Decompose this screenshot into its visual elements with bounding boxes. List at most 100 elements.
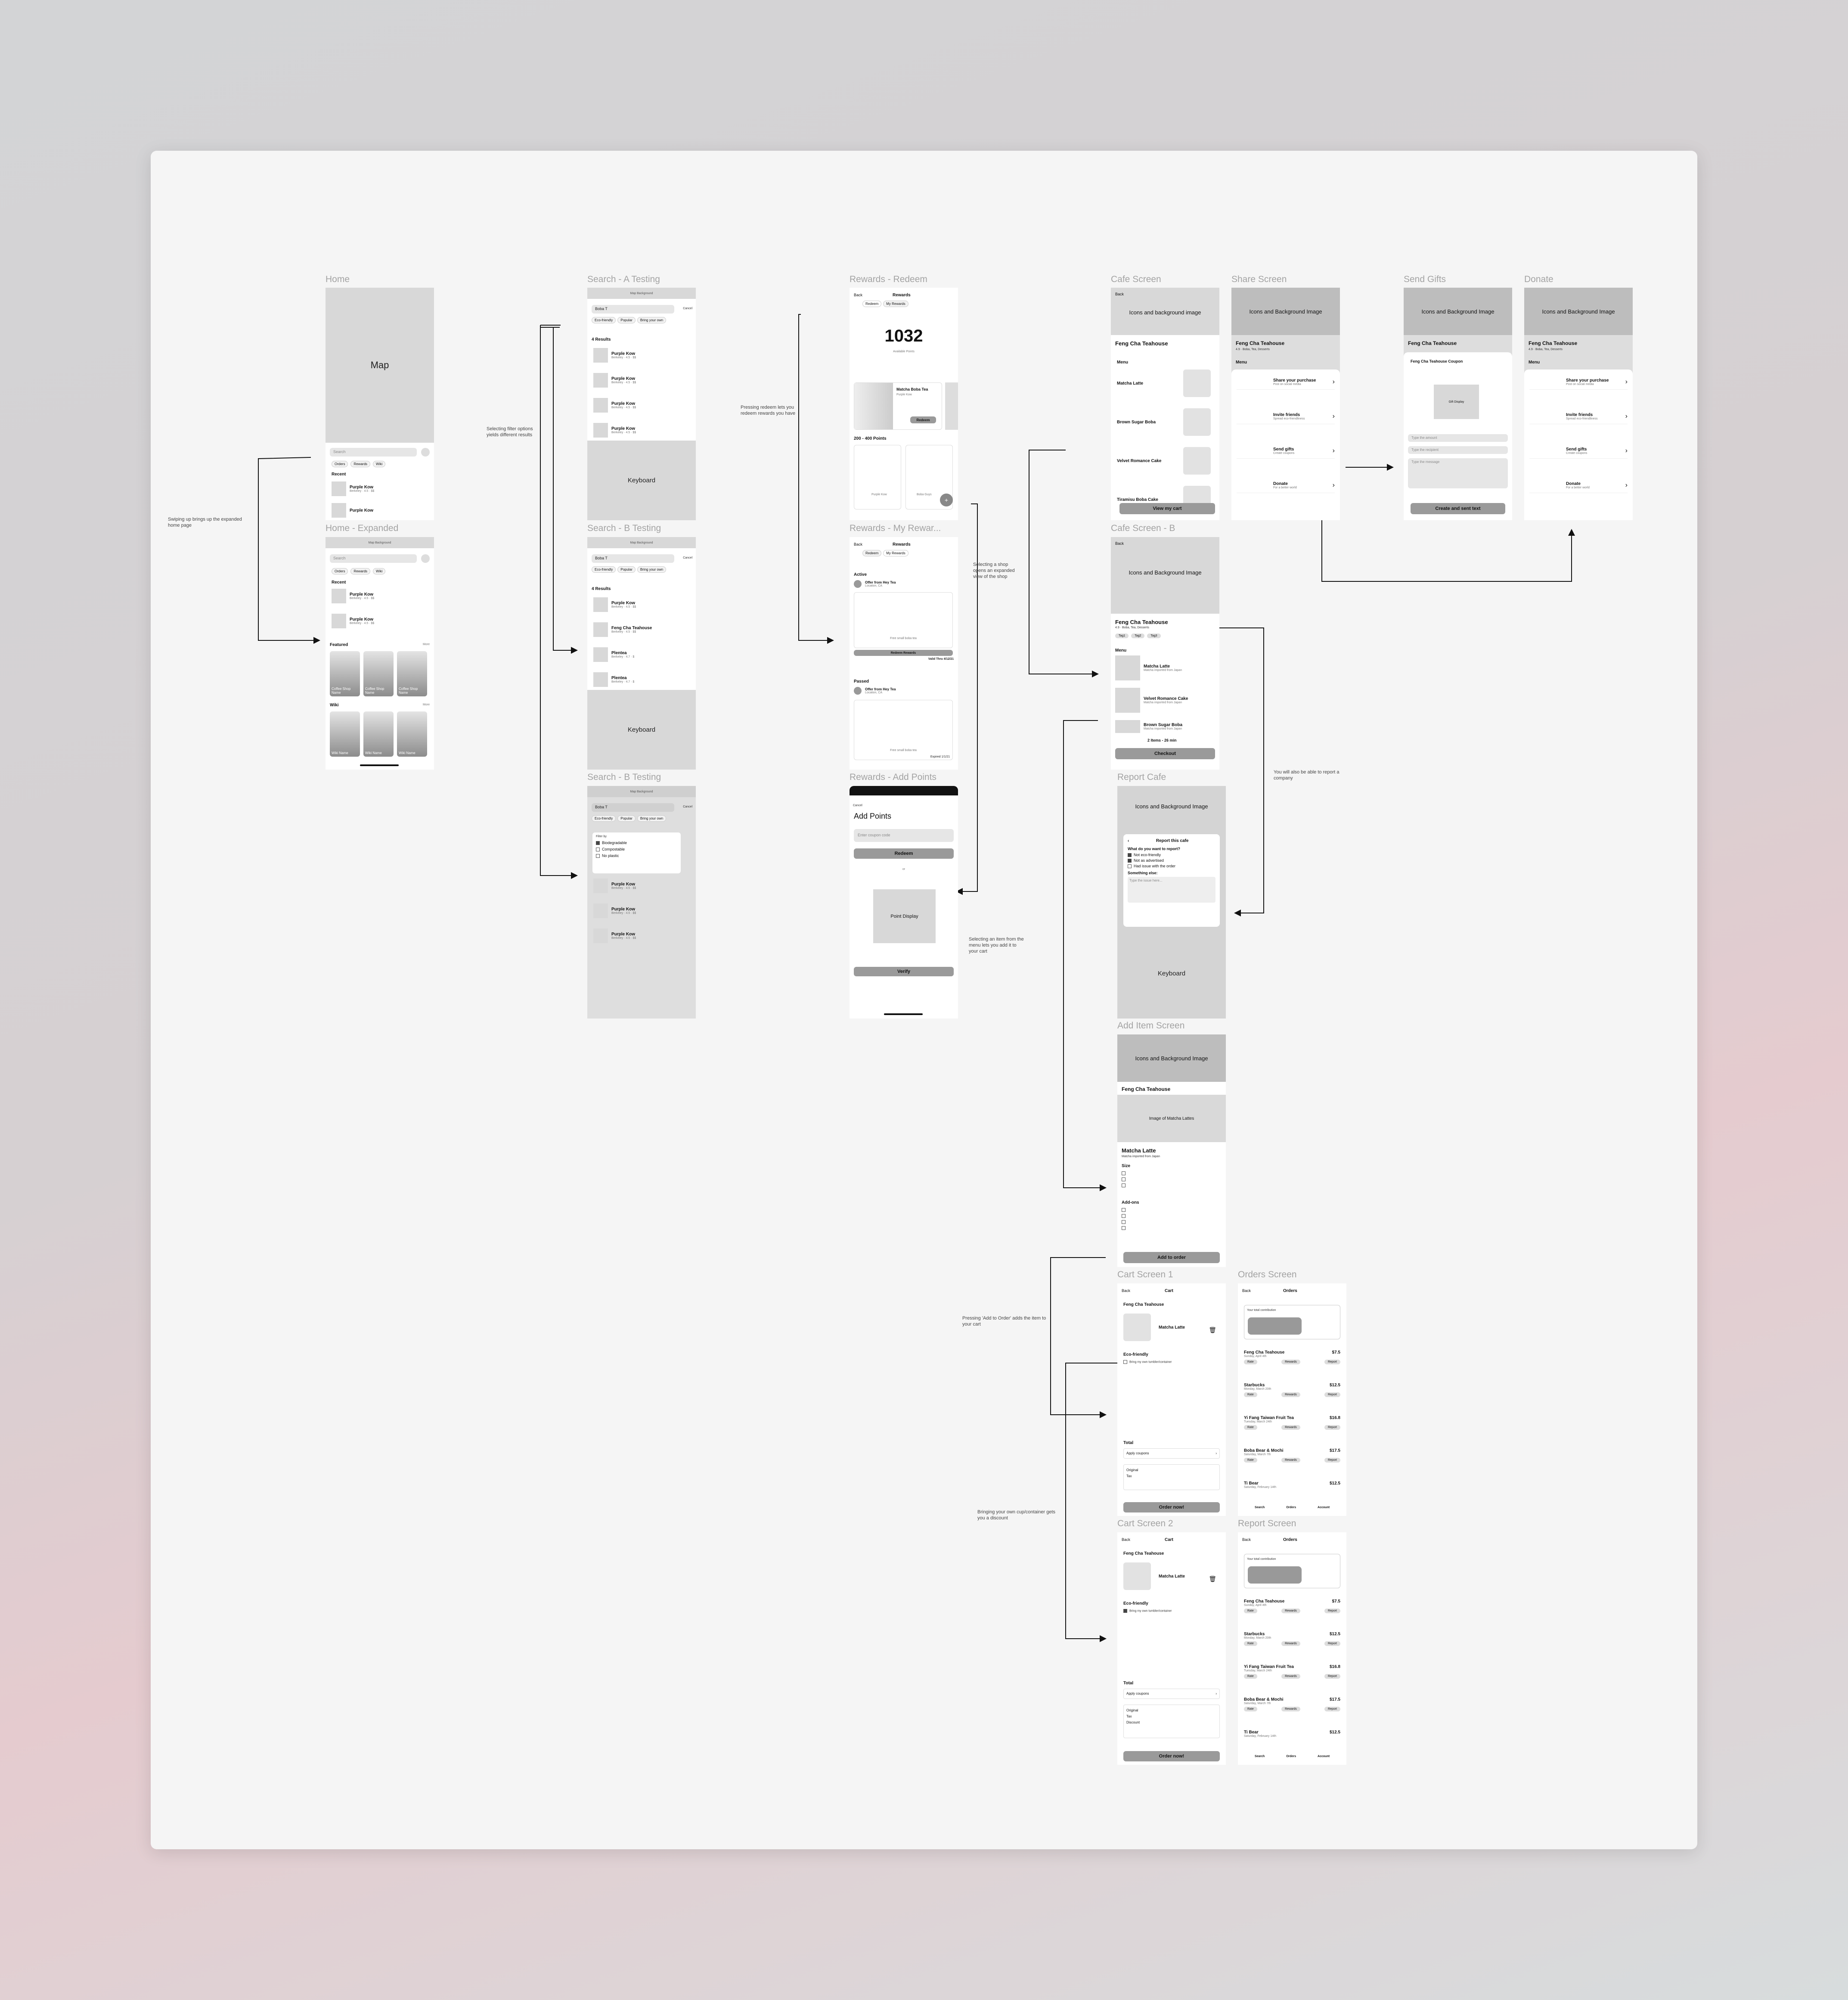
order-row[interactable]: Ti Bear $12.5 Saturday, February 14th	[1244, 1481, 1340, 1498]
cart-item[interactable]: Matcha Latte	[1123, 1562, 1185, 1590]
reward-card[interactable]: Matcha Boba Tea Purple Kow Redeem	[854, 382, 942, 430]
coffee-card[interactable]: Coffee Shop Name	[397, 651, 427, 696]
list-item[interactable]: Purple Kow	[332, 503, 373, 518]
search-input[interactable]: Boba T	[592, 803, 674, 812]
menu-item[interactable]: Velvet Romance Cake Matcha imported from …	[1115, 688, 1188, 713]
report-option[interactable]: Not eco-friendly	[1128, 853, 1215, 857]
size-option[interactable]	[1122, 1177, 1126, 1181]
reward-ticket[interactable]: Free small boba tea	[854, 592, 953, 648]
order-row[interactable]: Boba Bear & Mochi $17.5 Saturday, March 7t…	[1244, 1448, 1340, 1481]
filter-chip[interactable]: Bring your own	[637, 317, 667, 323]
wiki-card[interactable]: Wiki Name	[330, 711, 360, 757]
list-item[interactable]: Purple Kow Berkeley · 4.5 · $$	[332, 614, 374, 628]
share-option[interactable]: Donate For a better world ›	[1237, 481, 1335, 493]
share-option[interactable]: Send gifts Create coupons ›	[1237, 447, 1335, 459]
tab-redeem[interactable]: Redeem	[862, 301, 882, 307]
tab-my-rewards[interactable]: My Rewards	[883, 550, 908, 556]
filter-option[interactable]: Compostable	[596, 847, 677, 852]
tab-redeem[interactable]: Redeem	[862, 550, 882, 556]
filter-chip[interactable]: Bring your own	[637, 566, 667, 573]
share-option[interactable]: Donate For a better world ›	[1529, 481, 1628, 493]
more-link[interactable]: More	[423, 643, 430, 646]
list-item[interactable]: Purple Kow Berkeley · 4.5 · $$	[332, 481, 374, 496]
menu-item[interactable]: Brown Sugar Boba Matcha imported from Jap…	[1115, 720, 1182, 733]
nav-orders[interactable]: Orders	[1286, 1755, 1296, 1758]
order-row[interactable]: Feng Cha Teahouse $7.5 Sunday, April 4th Ra…	[1244, 1599, 1340, 1632]
list-item[interactable]: Purple Kow Berkeley · 4.5 · $$	[593, 398, 636, 413]
share-option[interactable]: Share your purchase Post on social media ›	[1529, 378, 1628, 390]
tab-wiki[interactable]: Wiki	[373, 461, 386, 467]
wiki-card[interactable]: Wiki Name	[397, 711, 427, 757]
reward-tile[interactable]: Purple Kow	[854, 445, 901, 509]
filter-chip[interactable]: Eco-friendly	[592, 815, 616, 822]
avatar[interactable]	[421, 554, 430, 563]
filter-option[interactable]: No plastic	[596, 854, 677, 858]
coffee-card[interactable]: Coffee Shop Name	[363, 651, 394, 696]
coffee-card[interactable]: Coffee Shop Name	[330, 651, 360, 696]
order-now-button[interactable]: Order now!	[1123, 1502, 1220, 1512]
keyboard[interactable]: Keyboard	[1117, 928, 1226, 1019]
verify-button[interactable]: Verify	[854, 967, 954, 976]
filter-chip[interactable]: Eco-friendly	[592, 317, 616, 323]
apply-coupons[interactable]: Apply coupons ›	[1123, 1689, 1220, 1699]
report-option[interactable]: Not as advertised	[1128, 858, 1215, 863]
share-option[interactable]: Send gifts Create coupons ›	[1529, 447, 1628, 459]
filter-chip[interactable]: Eco-friendly	[592, 566, 616, 573]
back-button[interactable]: Back	[1242, 1289, 1251, 1293]
avatar[interactable]	[421, 448, 430, 457]
list-item[interactable]: Plentea Berkeley · 4.7 · $	[593, 647, 634, 662]
checkout-button[interactable]: Checkout	[1115, 748, 1215, 759]
add-to-order-button[interactable]: Add to order	[1123, 1252, 1220, 1263]
size-option[interactable]	[1122, 1183, 1126, 1187]
nav-orders[interactable]: Orders	[1286, 1506, 1296, 1509]
order-row[interactable]: Feng Cha Teahouse $7.5 Sunday, April 4th Ra…	[1244, 1350, 1340, 1383]
filter-chip[interactable]: Popular	[617, 566, 636, 573]
more-link[interactable]: More	[423, 703, 430, 706]
search-input[interactable]: Boba T	[592, 554, 674, 563]
back-button[interactable]: Back	[1115, 292, 1124, 296]
list-item[interactable]: Plentea Berkeley · 4.7 · $	[593, 672, 634, 687]
list-item[interactable]: Purple Kow Berkeley · 4.5 · $$	[593, 423, 636, 438]
wiki-card[interactable]: Wiki Name	[363, 711, 394, 757]
message-input[interactable]: Type the message	[1408, 458, 1508, 488]
map-area[interactable]: Map	[326, 288, 434, 443]
order-row[interactable]: Ti Bear $12.5 Saturday, February 14th	[1244, 1730, 1340, 1747]
cancel-button[interactable]: Cancel	[683, 307, 692, 310]
trash-icon[interactable]: 🗑	[1209, 1575, 1216, 1583]
coupon-input[interactable]: Enter coupon code	[854, 829, 954, 842]
cart-item[interactable]: Matcha Latte	[1123, 1314, 1185, 1341]
trash-icon[interactable]: 🗑	[1209, 1326, 1216, 1334]
order-row[interactable]: Yi Fang Taiwan Fruit Tea $16.8 Tuesday, Ma…	[1244, 1416, 1340, 1448]
size-option[interactable]	[1122, 1171, 1126, 1175]
keyboard[interactable]: Keyboard	[587, 690, 696, 770]
redeem-button[interactable]: Redeem	[910, 416, 936, 423]
nav-account[interactable]: Account	[1318, 1506, 1330, 1509]
list-item[interactable]: Purple Kow Berkeley · 4.5 · $$	[593, 879, 636, 893]
menu-item[interactable]: Matcha Latte Matcha imported from Japan	[1115, 655, 1182, 680]
search-input[interactable]: Boba T	[592, 305, 674, 314]
order-row[interactable]: Starbucks $12.5 Monday, March 20th Rate Rewa…	[1244, 1632, 1340, 1665]
back-button[interactable]: Back	[1122, 1537, 1130, 1542]
filter-chip[interactable]: Popular	[617, 317, 636, 323]
cancel-button[interactable]: Cancel	[683, 805, 692, 808]
share-option[interactable]: Invite friends Spread eco-friendliness ›	[1237, 413, 1335, 424]
list-item[interactable]: Purple Kow Berkeley · 4.5 · $$	[593, 929, 636, 943]
share-option[interactable]: Invite friends Spread eco-friendliness ›	[1529, 413, 1628, 424]
addon-option[interactable]	[1122, 1208, 1126, 1212]
tab-orders[interactable]: Orders	[332, 461, 348, 467]
tab-my-rewards[interactable]: My Rewards	[883, 301, 908, 307]
list-item[interactable]: Purple Kow Berkeley · 4.5 · $$	[593, 904, 636, 918]
own-cup-checkbox[interactable]: Bring my own tumbler/container	[1123, 1609, 1172, 1613]
back-button[interactable]: Back	[854, 293, 862, 297]
order-row[interactable]: Boba Bear & Mochi $17.5 Saturday, March 7t…	[1244, 1697, 1340, 1730]
recipient-input[interactable]: Type the recipient	[1408, 446, 1508, 454]
redeem-button[interactable]: Redeem Rewards	[854, 650, 953, 656]
nav-account[interactable]: Account	[1318, 1755, 1330, 1758]
cancel-button[interactable]: Cancel	[683, 556, 692, 559]
nav-search[interactable]: Search	[1255, 1506, 1265, 1509]
addon-option[interactable]	[1122, 1226, 1126, 1230]
back-button[interactable]: Back	[854, 542, 862, 547]
list-item[interactable]: Purple Kow Berkeley · 4.5 · $$	[593, 373, 636, 388]
nav-search[interactable]: Search	[1255, 1755, 1265, 1758]
tab-rewards[interactable]: Rewards	[350, 568, 371, 575]
